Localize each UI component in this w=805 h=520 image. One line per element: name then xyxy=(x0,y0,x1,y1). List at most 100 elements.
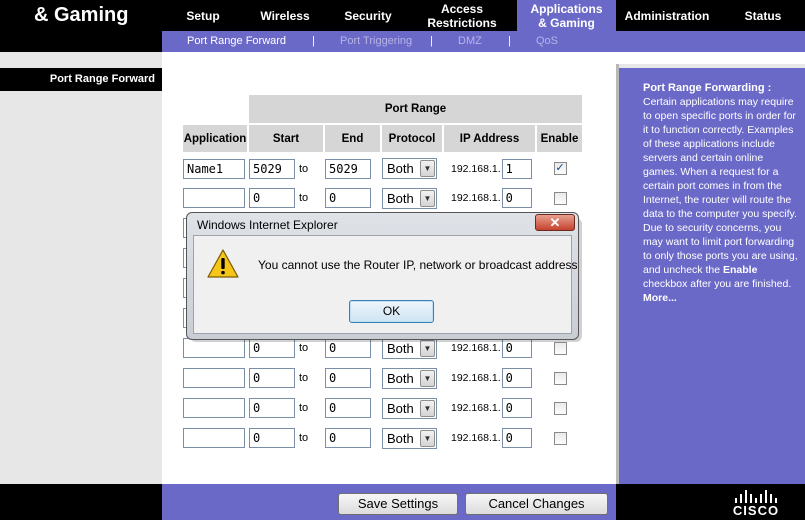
ip-last-octet-input[interactable]: 0 xyxy=(501,188,532,208)
start-port-input[interactable]: 5029 xyxy=(249,158,295,179)
ip-last-octet-input[interactable]: 0 xyxy=(501,368,532,388)
protocol-value: Both xyxy=(387,190,414,206)
help-title: Port Range Forwarding : xyxy=(643,82,772,94)
subtab-port-range-forward[interactable]: Port Range Forward xyxy=(187,35,286,47)
enable-checkbox[interactable] xyxy=(553,431,567,445)
to-label: to xyxy=(299,432,309,444)
start-port-input[interactable]: 0 xyxy=(249,188,295,208)
end-port-input[interactable]: 0 xyxy=(325,398,371,418)
table-row: 0to0Both▼192.168.1.0 xyxy=(182,183,583,213)
port-range-header: Port Range xyxy=(247,93,584,125)
protocol-value: Both xyxy=(387,340,414,356)
tab-wireless[interactable]: Wireless xyxy=(250,0,320,31)
to-label: to xyxy=(299,342,309,354)
content-top-strip xyxy=(162,52,805,64)
protocol-select[interactable]: Both ▼ xyxy=(382,158,437,179)
tab-security[interactable]: Security xyxy=(336,0,400,31)
application-name-input[interactable] xyxy=(183,188,245,208)
col-protocol: Protocol xyxy=(380,123,444,154)
subtab-dmz[interactable]: DMZ xyxy=(458,35,482,47)
protocol-select[interactable]: Both ▼ xyxy=(382,397,437,419)
end-port-input[interactable]: 0 xyxy=(325,188,371,208)
sidebar-title: Port Range Forward xyxy=(0,68,162,91)
start-port-input[interactable]: 0 xyxy=(249,428,295,448)
cisco-bars-icon xyxy=(728,490,784,503)
to-label: to xyxy=(299,372,309,384)
end-port-input[interactable]: 0 xyxy=(325,368,371,388)
protocol-select[interactable]: Both ▼ xyxy=(382,367,437,389)
header-spacer xyxy=(181,93,249,125)
chevron-down-icon[interactable]: ▼ xyxy=(420,369,435,387)
subnav-separator: | xyxy=(312,35,315,47)
help-panel: Port Range Forwarding : Certain applicat… xyxy=(619,68,805,484)
ip-last-octet-input[interactable]: 1 xyxy=(501,158,532,179)
col-ip-address: IP Address xyxy=(442,123,537,154)
subnav-separator: | xyxy=(508,35,511,47)
start-port-input[interactable]: 0 xyxy=(249,398,295,418)
cancel-changes-button[interactable]: Cancel Changes xyxy=(465,493,608,515)
ip-last-octet-input[interactable]: 0 xyxy=(501,428,532,448)
table-row: Name1 5029 to 5029 Both ▼ 192.168.1. 1 ✓ xyxy=(182,153,583,183)
tab-access-restrictions[interactable]: Access Restrictions xyxy=(421,0,503,31)
tab-administration[interactable]: Administration xyxy=(620,0,714,31)
help-body-end: checkbox after you are finished. xyxy=(643,278,792,290)
chevron-down-icon[interactable]: ▼ xyxy=(420,429,435,447)
save-settings-button[interactable]: Save Settings xyxy=(338,493,458,515)
application-name-input[interactable] xyxy=(183,428,245,448)
subtab-port-triggering[interactable]: Port Triggering xyxy=(340,35,412,47)
to-label: to xyxy=(299,162,309,175)
dialog-close-button[interactable]: ✕ xyxy=(535,214,575,231)
subtab-qos[interactable]: QoS xyxy=(536,35,558,47)
warning-icon xyxy=(207,249,239,278)
chevron-down-icon[interactable]: ▼ xyxy=(420,399,435,417)
help-text: Certain applications may require to open… xyxy=(643,95,799,291)
dialog-title: Windows Internet Explorer xyxy=(197,218,338,232)
cisco-wordmark: CISCO xyxy=(732,503,780,518)
protocol-value: Both xyxy=(387,161,414,176)
table-row: 0to0Both▼192.168.1.0 xyxy=(182,363,583,393)
ip-prefix: 192.168.1. xyxy=(451,192,501,204)
protocol-select[interactable]: Both ▼ xyxy=(382,427,437,449)
col-application: Application xyxy=(181,123,249,154)
help-more-link[interactable]: More... xyxy=(643,291,799,305)
ip-prefix: 192.168.1. xyxy=(451,402,501,414)
col-end: End xyxy=(323,123,382,154)
chevron-down-icon[interactable]: ▼ xyxy=(420,189,435,207)
tab-applications-gaming[interactable]: Applications & Gaming xyxy=(517,0,616,31)
ip-prefix: 192.168.1. xyxy=(451,162,501,175)
col-enable: Enable xyxy=(535,123,584,154)
protocol-value: Both xyxy=(387,430,414,446)
ok-button[interactable]: OK xyxy=(349,300,434,323)
table-row: 0to0Both▼192.168.1.0 xyxy=(182,423,583,453)
start-port-input[interactable]: 0 xyxy=(249,368,295,388)
alert-dialog: Windows Internet Explorer ✕ You cannot u… xyxy=(186,212,579,340)
enable-checkbox[interactable]: ✓ xyxy=(553,162,567,175)
chevron-down-icon[interactable]: ▼ xyxy=(420,160,435,177)
enable-checkbox[interactable] xyxy=(553,401,567,415)
col-start: Start xyxy=(247,123,325,154)
subnav-separator: | xyxy=(430,35,433,47)
ip-last-octet-input[interactable]: 0 xyxy=(501,398,532,418)
end-port-input[interactable]: 0 xyxy=(325,428,371,448)
to-label: to xyxy=(299,402,309,414)
dialog-message: You cannot use the Router IP, network or… xyxy=(258,258,578,272)
ip-prefix: 192.168.1. xyxy=(451,432,501,444)
application-name-input[interactable]: Name1 xyxy=(183,158,245,179)
tab-status[interactable]: Status xyxy=(738,0,788,31)
chevron-down-icon[interactable]: ▼ xyxy=(420,339,435,357)
enable-checkbox[interactable] xyxy=(553,371,567,385)
to-label: to xyxy=(299,192,309,204)
cisco-logo: CISCO xyxy=(728,490,784,518)
sidebar-pane xyxy=(0,91,162,484)
ip-prefix: 192.168.1. xyxy=(451,342,501,354)
application-name-input[interactable] xyxy=(183,368,245,388)
table-row: 0to0Both▼192.168.1.0 xyxy=(182,393,583,423)
tab-setup[interactable]: Setup xyxy=(172,0,234,31)
application-name-input[interactable] xyxy=(183,398,245,418)
enable-checkbox[interactable] xyxy=(553,191,567,205)
help-bold-word: Enable xyxy=(722,264,758,276)
brand-title: & Gaming xyxy=(34,4,129,26)
enable-checkbox[interactable] xyxy=(553,341,567,355)
end-port-input[interactable]: 5029 xyxy=(325,158,371,179)
protocol-select[interactable]: Both ▼ xyxy=(382,187,437,209)
